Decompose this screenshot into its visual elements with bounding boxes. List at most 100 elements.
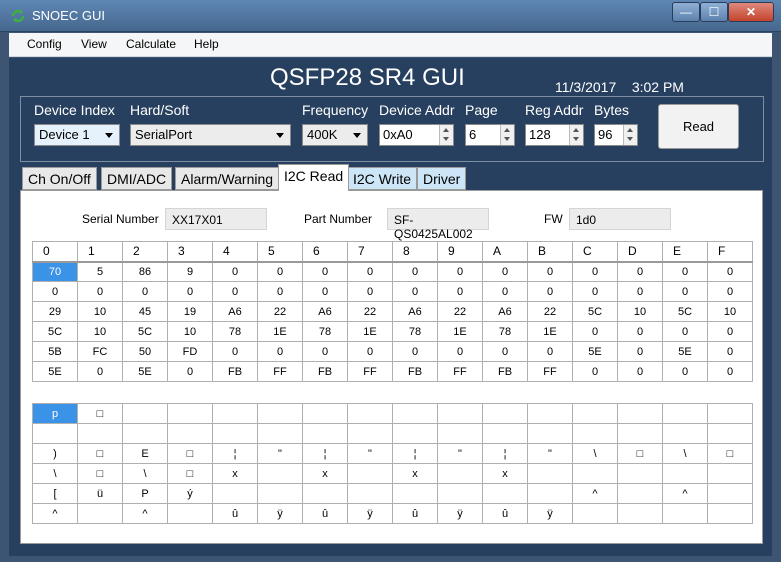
grid-cell[interactable]: 0 [482, 281, 528, 302]
grid-cell[interactable]: A6 [302, 301, 348, 322]
reg-addr-stepper[interactable]: 128 [525, 124, 584, 146]
grid-cell[interactable]: ^ [572, 483, 618, 504]
grid-cell[interactable] [707, 423, 753, 444]
grid-cell[interactable]: 0 [212, 341, 258, 362]
grid-cell[interactable]: ) [32, 443, 78, 464]
grid-cell[interactable]: 0 [77, 361, 123, 382]
grid-cell[interactable] [437, 463, 483, 484]
grid-cell[interactable]: 0 [347, 341, 393, 362]
grid-cell[interactable]: 0 [527, 281, 573, 302]
grid-cell[interactable] [167, 403, 213, 424]
grid-cell[interactable] [482, 483, 528, 504]
grid-cell[interactable] [347, 483, 393, 504]
grid-cell[interactable] [617, 503, 663, 524]
grid-cell[interactable] [572, 503, 618, 524]
grid-cell[interactable]: 0 [527, 341, 573, 362]
grid-cell[interactable]: □ [707, 443, 753, 464]
grid-cell[interactable]: û [392, 503, 438, 524]
grid-cell[interactable]: 78 [482, 321, 528, 342]
grid-cell[interactable]: û [302, 503, 348, 524]
maximize-button[interactable]: ☐ [700, 2, 728, 22]
minimize-button[interactable]: — [672, 2, 700, 22]
stepper-buttons[interactable] [569, 125, 583, 145]
grid-cell[interactable]: 78 [212, 321, 258, 342]
grid-cell[interactable]: 0 [347, 281, 393, 302]
grid-cell[interactable]: 0 [482, 261, 528, 282]
grid-cell[interactable]: 22 [527, 301, 573, 322]
grid-cell[interactable] [302, 483, 348, 504]
grid-cell[interactable] [347, 423, 393, 444]
grid-cell[interactable]: □ [77, 463, 123, 484]
menu-config[interactable]: Config [27, 37, 62, 51]
grid-cell[interactable]: ^ [122, 503, 168, 524]
grid-cell[interactable] [662, 503, 708, 524]
grid-cell[interactable] [212, 423, 258, 444]
grid-cell[interactable]: \ [662, 443, 708, 464]
grid-cell[interactable] [437, 423, 483, 444]
grid-cell[interactable]: 0 [572, 281, 618, 302]
grid-cell[interactable]: 0 [662, 361, 708, 382]
grid-cell[interactable]: 5E [122, 361, 168, 382]
grid-cell[interactable]: 0 [527, 261, 573, 282]
grid-cell[interactable] [77, 423, 123, 444]
grid-cell[interactable]: 0 [662, 321, 708, 342]
grid-cell[interactable] [167, 423, 213, 444]
grid-cell[interactable]: 0 [32, 281, 78, 302]
grid-cell[interactable]: 70 [32, 261, 78, 282]
grid-cell[interactable]: FC [77, 341, 123, 362]
grid-cell[interactable]: x [212, 463, 258, 484]
grid-cell[interactable]: 0 [572, 321, 618, 342]
menu-calculate[interactable]: Calculate [126, 37, 176, 51]
grid-cell[interactable]: 5E [572, 341, 618, 362]
grid-cell[interactable]: 5C [32, 321, 78, 342]
grid-cell[interactable]: 0 [707, 321, 753, 342]
grid-cell[interactable] [707, 463, 753, 484]
tab-i2c-write[interactable]: I2C Write [347, 167, 418, 190]
grid-cell[interactable]: A6 [392, 301, 438, 322]
menu-view[interactable]: View [81, 37, 107, 51]
grid-cell[interactable]: x [302, 463, 348, 484]
grid-cell[interactable]: 0 [167, 281, 213, 302]
grid-cell[interactable]: 0 [212, 261, 258, 282]
grid-cell[interactable] [662, 463, 708, 484]
grid-cell[interactable] [392, 423, 438, 444]
close-button[interactable]: ✕ [728, 2, 774, 22]
grid-cell[interactable] [122, 403, 168, 424]
grid-cell[interactable]: FB [302, 361, 348, 382]
tab-driver[interactable]: Driver [417, 167, 467, 190]
grid-cell[interactable]: " [527, 443, 573, 464]
grid-cell[interactable]: ¦ [212, 443, 258, 464]
grid-cell[interactable]: 0 [392, 281, 438, 302]
tab-dmi-adc[interactable]: DMI/ADC [101, 167, 173, 190]
grid-cell[interactable]: 1E [437, 321, 483, 342]
grid-cell[interactable]: 78 [302, 321, 348, 342]
grid-cell[interactable] [257, 403, 303, 424]
grid-cell[interactable] [707, 403, 753, 424]
grid-cell[interactable]: 0 [347, 261, 393, 282]
grid-cell[interactable]: ÿ [527, 503, 573, 524]
grid-cell[interactable]: ü [77, 483, 123, 504]
hard-soft-select[interactable]: SerialPort [130, 124, 291, 146]
grid-cell[interactable] [212, 483, 258, 504]
grid-cell[interactable]: 22 [437, 301, 483, 322]
bytes-stepper[interactable]: 96 [594, 124, 638, 146]
stepper-buttons[interactable] [439, 125, 453, 145]
grid-cell[interactable]: ÿ [347, 503, 393, 524]
grid-cell[interactable] [257, 463, 303, 484]
grid-cell[interactable]: 0 [257, 261, 303, 282]
grid-cell[interactable]: 0 [617, 321, 663, 342]
grid-cell[interactable]: 0 [212, 281, 258, 302]
grid-cell[interactable]: 0 [617, 341, 663, 362]
grid-cell[interactable]: \ [122, 463, 168, 484]
grid-cell[interactable]: 22 [347, 301, 393, 322]
grid-cell[interactable]: ^ [32, 503, 78, 524]
grid-cell[interactable]: 0 [707, 261, 753, 282]
grid-cell[interactable] [392, 403, 438, 424]
grid-cell[interactable]: 0 [257, 281, 303, 302]
grid-cell[interactable]: 19 [167, 301, 213, 322]
grid-cell[interactable]: □ [617, 443, 663, 464]
frequency-select[interactable]: 400K [302, 124, 368, 146]
grid-cell[interactable]: 0 [392, 341, 438, 362]
grid-cell[interactable]: 0 [617, 261, 663, 282]
grid-cell[interactable]: 0 [302, 281, 348, 302]
